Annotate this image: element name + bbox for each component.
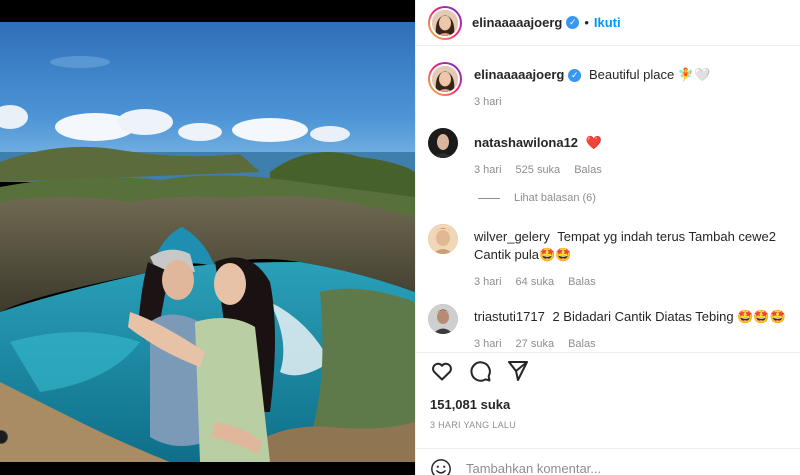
photo-scene: [0, 22, 415, 462]
speech-bubble-icon[interactable]: [468, 359, 492, 383]
caption-username[interactable]: elinaaaaajoerg: [474, 67, 564, 82]
comment-username[interactable]: triastuti1717: [474, 309, 545, 324]
comment-likes[interactable]: 64 suka: [516, 276, 555, 288]
caption-text: elinaaaaajoerg ✓ Beautiful place 🧚🤍: [474, 66, 788, 84]
author-username[interactable]: elinaaaaajoerg: [472, 15, 562, 30]
comment-likes[interactable]: 525 suka: [516, 164, 561, 176]
comment-input[interactable]: [466, 461, 766, 475]
paper-plane-icon[interactable]: [506, 359, 530, 383]
comment-meta: 3 hari 525 suka Balas: [474, 164, 788, 176]
photo-panel: [0, 0, 415, 475]
comment-age[interactable]: 3 hari: [474, 164, 502, 176]
post-photo[interactable]: [0, 22, 415, 462]
separator-dot: •: [584, 15, 589, 30]
caption-author-avatar: [430, 64, 460, 94]
commenter-avatar[interactable]: [428, 128, 458, 158]
caption-meta: 3 hari: [474, 96, 788, 108]
comment-age[interactable]: 3 hari: [474, 276, 502, 288]
caption-emoji: 🧚🤍: [677, 67, 711, 82]
reply-button[interactable]: Balas: [568, 276, 596, 288]
caption-body: Beautiful place: [588, 67, 675, 82]
post-actions-bar: [416, 352, 800, 388]
comment-text: triastuti1717 2 Bidadari Cantik Diatas T…: [474, 308, 788, 326]
commenter-avatar[interactable]: [428, 224, 458, 254]
comment-username[interactable]: natashawilona12: [474, 135, 578, 150]
commenter-avatar[interactable]: [428, 304, 458, 334]
author-avatar-ring[interactable]: [428, 5, 462, 40]
caption-age[interactable]: 3 hari: [474, 96, 502, 108]
follow-button[interactable]: Ikuti: [594, 15, 621, 30]
verified-badge-icon: ✓: [566, 16, 580, 29]
comment-meta: 3 hari 27 suka Balas: [474, 338, 788, 350]
comment-body: ❤️: [585, 135, 602, 150]
comment-text: natashawilona12 ❤️: [474, 134, 788, 152]
replies-line: [478, 197, 500, 199]
heart-outline-icon[interactable]: [430, 359, 454, 383]
comment-body: 2 Bidadari Cantik Diatas Tebing 🤩🤩🤩: [552, 309, 786, 324]
author-avatar: [430, 7, 460, 38]
comment-age[interactable]: 3 hari: [474, 338, 502, 350]
caption-author-avatar-ring[interactable]: [428, 62, 462, 96]
comment-username[interactable]: wilver_gelery: [474, 229, 550, 244]
verified-badge-icon: ✓: [568, 69, 582, 83]
reply-button[interactable]: Balas: [574, 164, 602, 176]
comment-composer: [416, 448, 800, 475]
likes-count[interactable]: 151,081 suka: [430, 397, 510, 412]
comments-list[interactable]: elinaaaaajoerg ✓ Beautiful place 🧚🤍 3 har…: [416, 46, 800, 352]
comment-meta: 3 hari 64 suka Balas: [474, 276, 788, 288]
post-details-panel: elinaaaaajoerg ✓ • Ikuti elinaaaaajoerg ✓…: [415, 0, 800, 475]
comment-likes[interactable]: 27 suka: [516, 338, 555, 350]
reply-button[interactable]: Balas: [568, 338, 596, 350]
view-replies-label: Lihat balasan (6): [514, 192, 596, 204]
view-replies-button[interactable]: Lihat balasan (6): [478, 192, 596, 204]
smiley-icon[interactable]: [430, 458, 452, 475]
comment-text: wilver_gelery Tempat yg indah terus Tamb…: [474, 228, 788, 264]
post-date[interactable]: 3 HARI YANG LALU: [430, 420, 516, 430]
post-header: elinaaaaajoerg ✓ • Ikuti: [416, 0, 800, 46]
